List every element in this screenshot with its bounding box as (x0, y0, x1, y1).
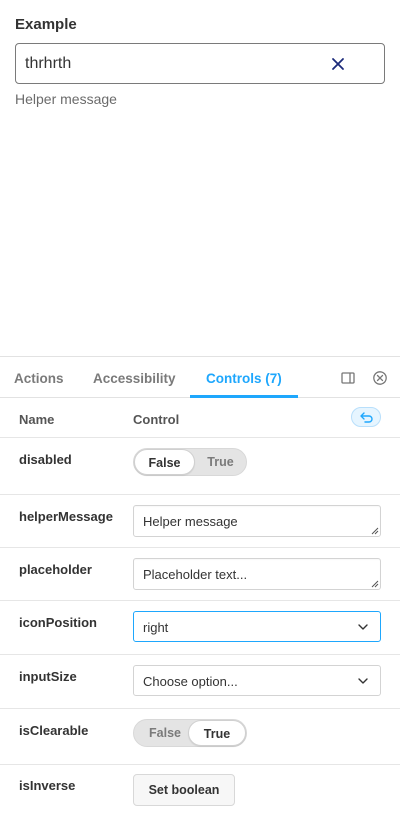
example-text-input[interactable]: thrhrth (15, 43, 385, 84)
control-name: placeholder (19, 562, 92, 577)
panel-layout-icon[interactable] (340, 370, 356, 386)
resize-grip-icon[interactable] (371, 580, 379, 588)
undo-icon (360, 412, 373, 423)
toggle-false-option[interactable]: False (137, 720, 193, 746)
helper-message: Helper message (15, 91, 117, 107)
controls-table-header: Name Control (0, 398, 400, 438)
resize-grip-icon[interactable] (371, 527, 379, 535)
control-row-inputsize: inputSize Choose option... (0, 655, 400, 709)
addon-tabs: Actions Accessibility Controls (7) (0, 357, 400, 398)
tab-accessibility[interactable]: Accessibility (93, 371, 176, 386)
control-row-disabled: disabled False True (0, 438, 400, 495)
field-label: Example (15, 16, 77, 33)
addons-panel: Actions Accessibility Controls (7) Name … (0, 356, 400, 833)
toggle-false-option[interactable]: False (134, 449, 195, 475)
control-row-isclearable: isClearable False True (0, 709, 400, 765)
textarea-value: Placeholder text... (143, 567, 248, 582)
control-name: iconPosition (19, 615, 97, 630)
reset-controls-button[interactable] (351, 407, 381, 427)
control-row-isinverse: isInverse Set boolean (0, 765, 400, 825)
control-row-placeholder: placeholder Placeholder text... (0, 548, 400, 601)
disabled-boolean-toggle[interactable]: False True (133, 448, 247, 476)
chevron-down-icon (358, 678, 368, 684)
helpermessage-textarea[interactable]: Helper message (133, 505, 381, 537)
control-name: isInverse (19, 778, 76, 793)
placeholder-textarea[interactable]: Placeholder text... (133, 558, 381, 590)
control-row-helpermessage: helperMessage Helper message (0, 495, 400, 548)
input-value: thrhrth (25, 55, 72, 72)
tab-controls[interactable]: Controls (7) (206, 371, 282, 386)
toggle-true-option[interactable]: True (195, 449, 246, 475)
control-name: helperMessage (19, 509, 113, 524)
iconposition-select[interactable]: right (133, 611, 381, 642)
name-column-header: Name (19, 412, 55, 427)
select-value: right (143, 620, 169, 635)
tab-actions[interactable]: Actions (14, 371, 64, 386)
close-icon[interactable] (330, 56, 346, 72)
control-name: disabled (19, 452, 72, 467)
control-column-header: Control (133, 412, 180, 427)
toggle-true-option[interactable]: True (188, 720, 246, 746)
set-boolean-button[interactable]: Set boolean (133, 774, 235, 806)
textarea-value: Helper message (143, 514, 238, 529)
close-circle-icon[interactable] (372, 370, 388, 386)
control-name: isClearable (19, 723, 89, 738)
inputsize-select[interactable]: Choose option... (133, 665, 381, 696)
select-value: Choose option... (143, 674, 238, 689)
chevron-down-icon (358, 624, 368, 630)
control-name: inputSize (19, 669, 77, 684)
story-preview: Example thrhrth Helper message (0, 0, 400, 356)
isclearable-boolean-toggle[interactable]: False True (133, 719, 247, 747)
control-row-iconposition: iconPosition right (0, 601, 400, 655)
